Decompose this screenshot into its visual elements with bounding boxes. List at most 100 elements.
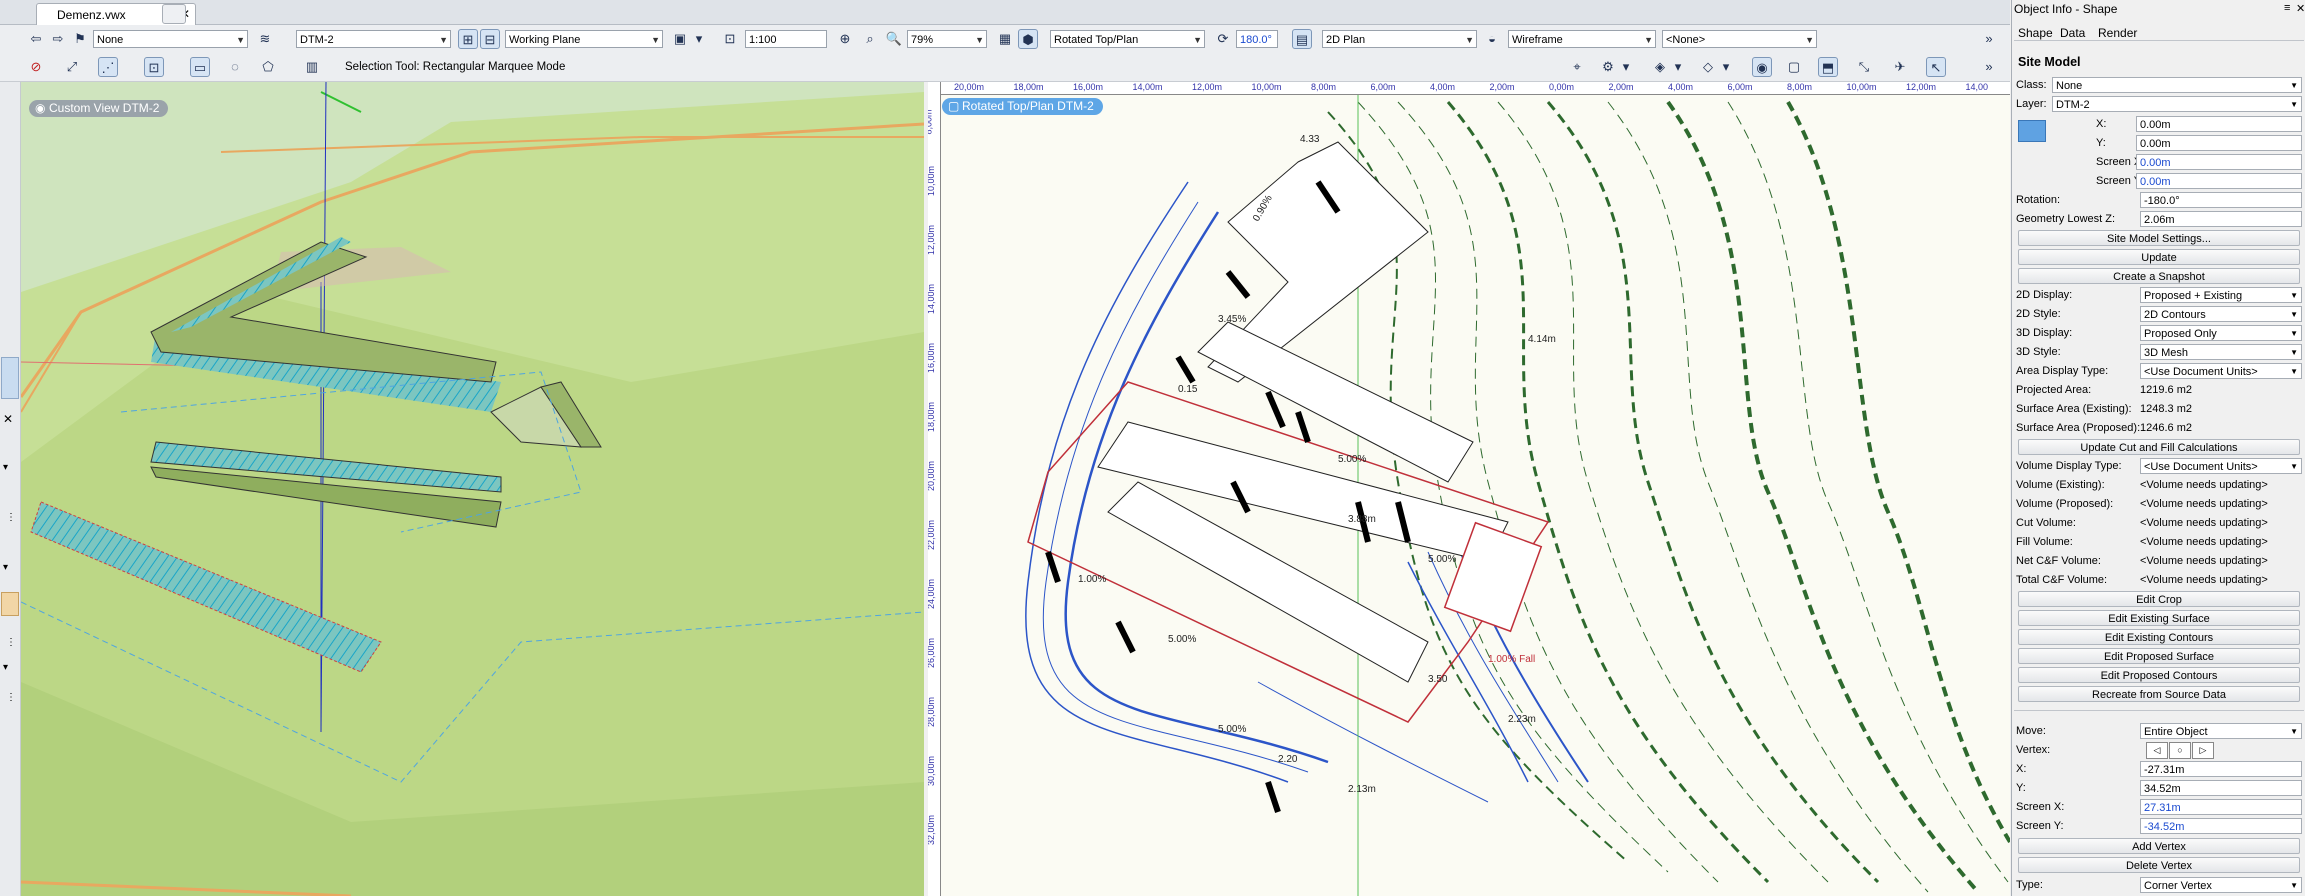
class-filter-select[interactable]: <None> ▼ (1662, 30, 1817, 48)
rotation-field[interactable]: -180.0° (2140, 192, 2302, 208)
next-vertex-icon[interactable]: ▷ (2192, 742, 2214, 759)
viewport-3d[interactable]: ◉ Custom View DTM-2 (21, 82, 924, 896)
render-mode-icon[interactable]: ◒ (1482, 29, 1502, 49)
disable-tool-icon[interactable]: ⊘ (26, 57, 46, 77)
working-plane-select[interactable]: Working Plane ▼ (505, 30, 663, 48)
magnifier-icon[interactable]: 🔍 (884, 29, 904, 49)
y-field[interactable]: 0.00m (2136, 135, 2302, 151)
standard-view-select[interactable]: Rotated Top/Plan ▼ (1050, 30, 1205, 48)
class-chevron-icon[interactable]: ▾ (1720, 57, 1732, 77)
tool-preferences-icon[interactable]: ▥ (302, 57, 322, 77)
viewport-2d-label[interactable]: ▢ Rotated Top/Plan DTM-2 (942, 98, 1103, 115)
fit-to-objects-icon[interactable]: ⤡ (1854, 57, 1874, 77)
vertex-screen-x-field[interactable]: 27.31m (2140, 799, 2302, 815)
palette-grip-icon[interactable]: ⋮ (6, 512, 16, 523)
projection-icon[interactable]: ▤ (1292, 29, 1312, 49)
palette-chevron-icon[interactable]: ▾ (3, 462, 8, 473)
layer-select[interactable]: DTM-2 ▼ (296, 30, 451, 48)
view-cube-icon[interactable]: ⬢ (1018, 29, 1038, 49)
rotate-view-icon[interactable]: ⟳ (1213, 29, 1233, 49)
multi-object-icon[interactable]: ⋰ (98, 57, 118, 77)
edit-proposed-surface-button[interactable]: Edit Proposed Surface (2018, 648, 2300, 664)
class-select[interactable]: None ▼ (93, 30, 248, 48)
vertex-y-field[interactable]: 34.52m (2140, 780, 2302, 796)
palette-close-icon[interactable]: ✕ (2296, 2, 2305, 15)
plane-mode-icon[interactable]: ⊞ (458, 29, 478, 49)
update-button[interactable]: Update (2018, 249, 2300, 265)
tab-shape[interactable]: Shape (2018, 26, 2053, 40)
color-swatch[interactable] (1, 592, 19, 616)
plane-settings-icon[interactable]: ▣ (670, 29, 690, 49)
volume-display-type-select[interactable]: <Use Document Units> ▼ (2140, 458, 2302, 474)
rectangular-marquee-icon[interactable]: ▭ (190, 57, 210, 77)
tab-render[interactable]: Render (2098, 26, 2137, 40)
polygon-marquee-icon[interactable]: ⬠ (258, 57, 278, 77)
class-icon[interactable]: ⚑ (70, 29, 90, 49)
palette-tab[interactable] (1, 357, 19, 399)
2d-display-select[interactable]: Proposed + Existing ▼ (2140, 287, 2302, 303)
tab-data[interactable]: Data (2060, 26, 2085, 40)
edit-existing-surface-button[interactable]: Edit Existing Surface (2018, 610, 2300, 626)
close-palette-icon[interactable]: ✕ (3, 412, 13, 426)
snap-settings-icon[interactable]: ⚙ (1598, 57, 1618, 77)
selection-cursor-icon[interactable]: ↖ (1926, 57, 1946, 77)
3d-style-select[interactable]: 3D Mesh ▼ (2140, 344, 2302, 360)
class-options-icon[interactable]: ◇ (1698, 57, 1718, 77)
view-layout-icon[interactable]: ▦ (995, 29, 1015, 49)
x-field[interactable]: 0.00m (2136, 116, 2302, 132)
render-mode-select[interactable]: Wireframe ▼ (1508, 30, 1656, 48)
dynamic-view-icon[interactable]: ◉ (1752, 57, 1772, 77)
lasso-marquee-icon[interactable]: ◌ (225, 57, 245, 77)
forward-arrow-icon[interactable]: ⇨ (48, 29, 68, 49)
3d-display-select[interactable]: Proposed Only ▼ (2140, 325, 2302, 341)
new-tab-button[interactable] (162, 4, 186, 24)
create-snapshot-button[interactable]: Create a Snapshot (2018, 268, 2300, 284)
add-vertex-button[interactable]: Add Vertex (2018, 838, 2300, 854)
2d-style-select[interactable]: 2D Contours ▼ (2140, 306, 2302, 322)
screen-y-field[interactable]: 0.00m (2136, 173, 2302, 189)
move-select[interactable]: Entire Object ▼ (2140, 723, 2302, 739)
area-display-type-select[interactable]: <Use Document Units> ▼ (2140, 363, 2302, 379)
screen-x-field[interactable]: 0.00m (2136, 154, 2302, 170)
edit-existing-contours-button[interactable]: Edit Existing Contours (2018, 629, 2300, 645)
scale-icon[interactable]: ⊡ (720, 29, 740, 49)
layer-select[interactable]: DTM-2 ▼ (2052, 96, 2302, 112)
palette-chevron-icon-3[interactable]: ▾ (3, 662, 8, 673)
crop-icon[interactable]: ⬒ (1818, 57, 1838, 77)
geometry-z-field[interactable]: 2.06m (2140, 211, 2302, 227)
projection-select[interactable]: 2D Plan ▼ (1322, 30, 1477, 48)
vertex-x-field[interactable]: -27.31m (2140, 761, 2302, 777)
zoom-select[interactable]: 79% ▼ (907, 30, 987, 48)
rotation-field[interactable]: 180.0° (1236, 30, 1278, 48)
zoom-selection-icon[interactable]: ⌕ (860, 29, 880, 49)
snap-to-grid-icon[interactable]: ⌖ (1567, 57, 1587, 77)
layer-icon[interactable]: ≋ (255, 29, 275, 49)
layer-options-icon[interactable]: ◈ (1650, 57, 1670, 77)
palette-grip-icon-2[interactable]: ⋮ (6, 637, 16, 648)
viewport-icon[interactable]: ▢ (1784, 57, 1804, 77)
zoom-fit-icon[interactable]: ⊕ (835, 29, 855, 49)
class-select[interactable]: None ▼ (2052, 77, 2302, 93)
delete-vertex-button[interactable]: Delete Vertex (2018, 857, 2300, 873)
snap-chevron-icon[interactable]: ▾ (1620, 57, 1632, 77)
flyover-icon[interactable]: ✈ (1890, 57, 1910, 77)
edit-proposed-contours-button[interactable]: Edit Proposed Contours (2018, 667, 2300, 683)
interactive-scaling-icon[interactable]: ⊡ (144, 57, 164, 77)
toolbar-overflow-icon[interactable]: » (1975, 29, 2003, 49)
vertex-screen-y-field[interactable]: -34.52m (2140, 818, 2302, 834)
palette-grip-icon-3[interactable]: ⋮ (6, 692, 16, 703)
screen-plane-icon[interactable]: ⊟ (480, 29, 500, 49)
layer-chevron-icon[interactable]: ▾ (1672, 57, 1684, 77)
viewport-3d-label[interactable]: ◉ Custom View DTM-2 (29, 100, 169, 117)
palette-chevron-icon-2[interactable]: ▾ (3, 562, 8, 573)
prev-vertex-icon[interactable]: ◁ (2146, 742, 2168, 759)
plane-menu-chevron-icon[interactable]: ▾ (692, 29, 706, 49)
current-vertex-icon[interactable]: ○ (2169, 742, 2191, 759)
palette-menu-icon[interactable]: ≡ (2284, 2, 2290, 14)
single-object-icon[interactable]: ⤢ (62, 57, 82, 77)
scale-field[interactable]: 1:100 (745, 30, 827, 48)
vertex-type-select[interactable]: Corner Vertex ▼ (2140, 877, 2302, 893)
edit-crop-button[interactable]: Edit Crop (2018, 591, 2300, 607)
back-arrow-icon[interactable]: ⇦ (26, 29, 46, 49)
site-model-settings-button[interactable]: Site Model Settings... (2018, 230, 2300, 246)
